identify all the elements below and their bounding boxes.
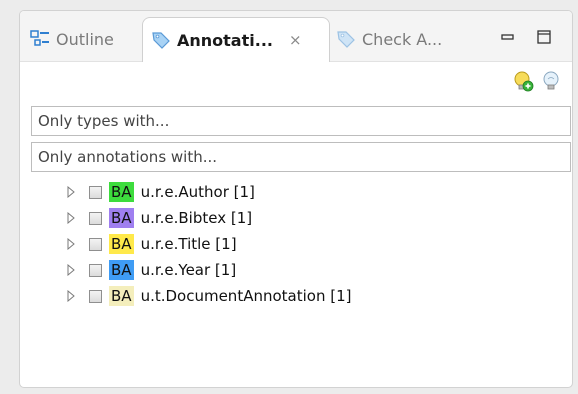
annotation-type-badge: BA xyxy=(109,208,134,228)
annotation-type-badge: BA xyxy=(109,234,134,254)
tree-item-label: u.t.DocumentAnnotation [1] xyxy=(140,287,352,305)
tab-check-annotations[interactable]: Check A... xyxy=(336,17,442,61)
tree-item[interactable]: BA u.r.e.Author [1] xyxy=(31,179,571,205)
lightbulb-add-icon[interactable] xyxy=(512,70,534,92)
tab-annotations[interactable]: Annotati... ⨯ xyxy=(142,17,330,62)
annotations-filter-input[interactable] xyxy=(31,142,571,172)
expand-arrow-icon[interactable] xyxy=(65,264,77,276)
annotation-type-badge: BA xyxy=(109,260,134,280)
tree-item-label: u.r.e.Year [1] xyxy=(140,261,237,279)
tree-item-checkbox[interactable] xyxy=(89,289,102,303)
tab-outline-label: Outline xyxy=(56,29,114,49)
close-icon[interactable]: ⨯ xyxy=(289,31,302,49)
tree-item-checkbox[interactable] xyxy=(89,237,102,251)
tree-item[interactable]: BA u.t.DocumentAnnotation [1] xyxy=(31,283,571,309)
check-tag-icon xyxy=(337,31,355,48)
tab-bar: Outline Annotati... ⨯ Check A... xyxy=(20,11,572,62)
tab-annotations-label: Annotati... xyxy=(177,30,273,50)
tree-item-checkbox[interactable] xyxy=(89,211,102,225)
tab-outline[interactable]: Outline xyxy=(30,17,114,61)
tree-item-checkbox[interactable] xyxy=(89,185,102,199)
tree-item[interactable]: BA u.r.e.Title [1] xyxy=(31,231,571,257)
annotation-view-panel: Outline Annotati... ⨯ Check A... Only ty… xyxy=(19,10,573,388)
expand-arrow-icon[interactable] xyxy=(65,238,77,250)
annotation-type-badge: BA xyxy=(109,182,134,202)
lightbulb-icon[interactable] xyxy=(540,70,562,92)
tree-item[interactable]: BA u.r.e.Year [1] xyxy=(31,257,571,283)
types-filter-input[interactable] xyxy=(31,106,571,136)
annotation-tag-icon xyxy=(152,32,170,49)
tree-item-checkbox[interactable] xyxy=(89,263,102,277)
outline-icon xyxy=(30,30,49,46)
expand-arrow-icon[interactable] xyxy=(65,186,77,198)
maximize-icon[interactable] xyxy=(536,29,552,45)
expand-arrow-icon[interactable] xyxy=(65,290,77,302)
tab-check-annotations-label: Check A... xyxy=(362,29,443,49)
annotation-type-badge: BA xyxy=(109,286,134,306)
tree-item[interactable]: BA u.r.e.Bibtex [1] xyxy=(31,205,571,231)
expand-arrow-icon[interactable] xyxy=(65,212,77,224)
minimize-icon[interactable] xyxy=(500,29,516,45)
tree-item-label: u.r.e.Bibtex [1] xyxy=(140,209,253,227)
tree-item-label: u.r.e.Title [1] xyxy=(140,235,237,253)
tree-item-label: u.r.e.Author [1] xyxy=(140,183,255,201)
annotation-type-tree: BA u.r.e.Author [1] BA u.r.e.Bibtex [1] … xyxy=(31,179,571,309)
